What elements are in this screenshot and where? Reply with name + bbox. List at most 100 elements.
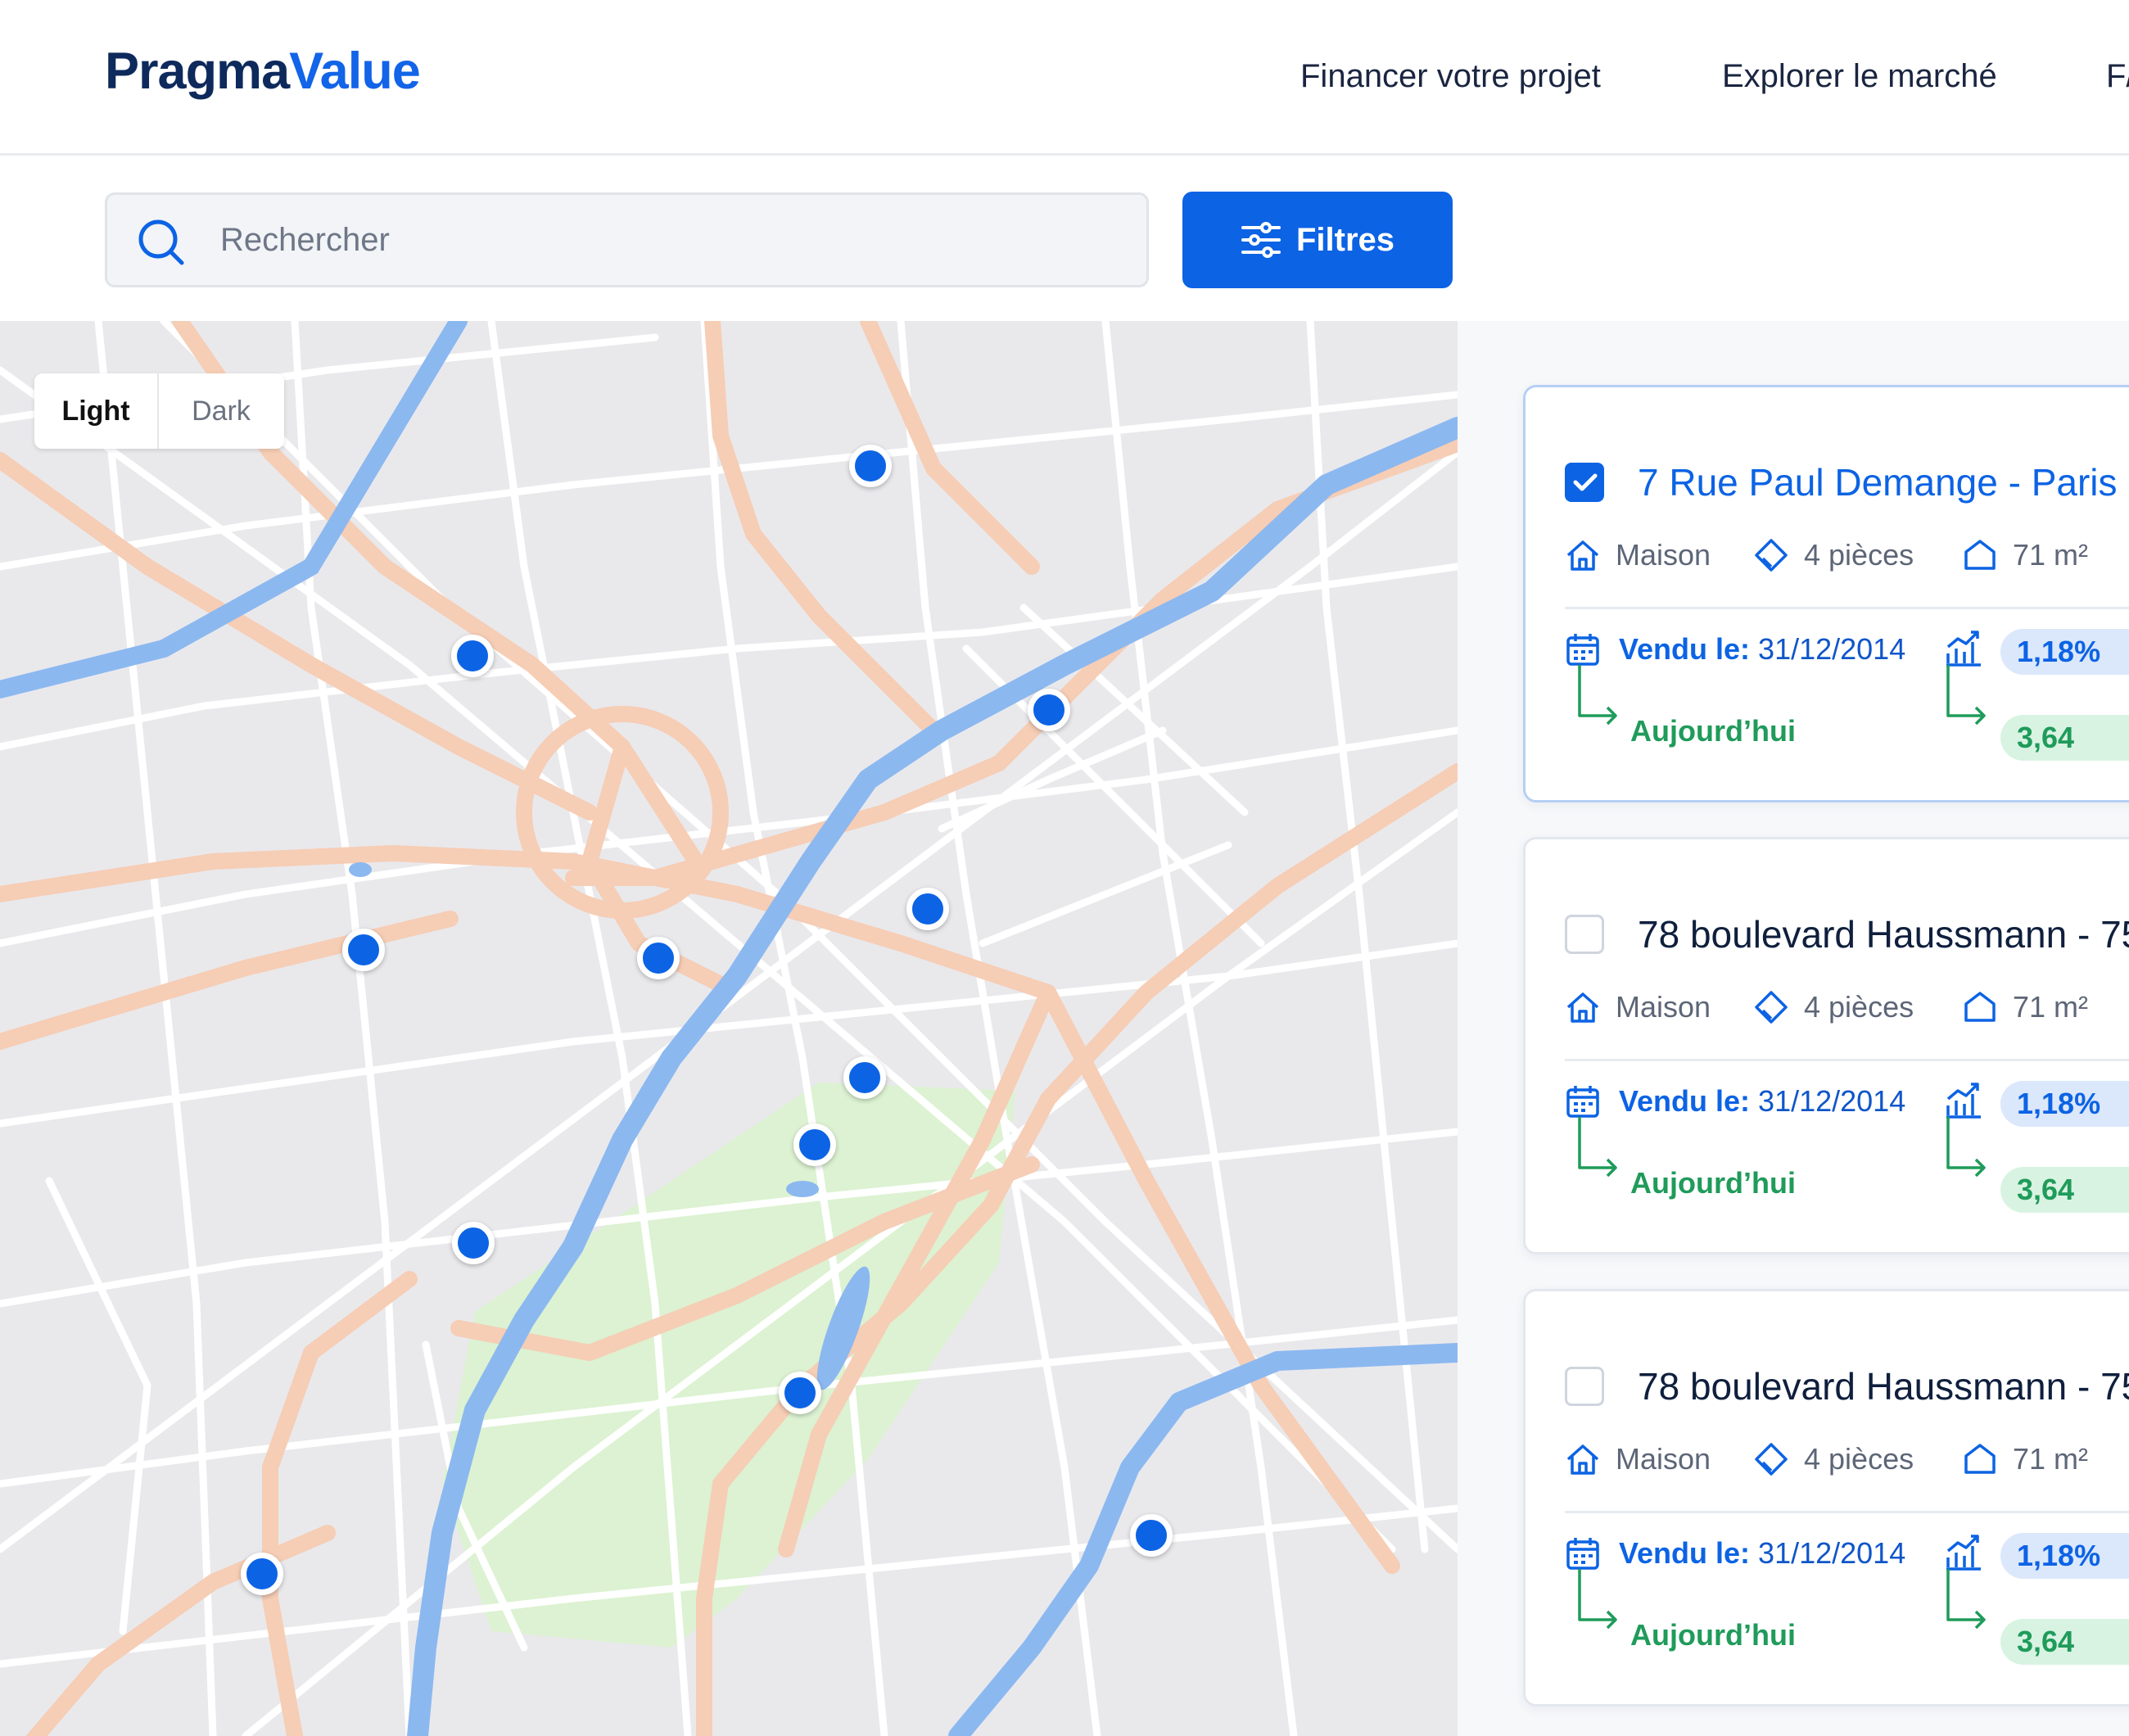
attr-type-label: Maison [1616, 1442, 1711, 1476]
map-pin[interactable] [843, 1056, 886, 1099]
today-value-badge: 3,64 [2000, 1619, 2129, 1665]
listing-card[interactable]: 78 boulevard Haussmann - 75 Maison 4 piè… [1523, 1289, 2129, 1707]
card-divider [1565, 1511, 2129, 1513]
map-canvas[interactable] [0, 321, 1458, 1736]
search-input[interactable] [220, 195, 1121, 285]
filters-label: Filtres [1295, 221, 1395, 258]
attr-rooms-label: 4 pièces [1804, 990, 1914, 1024]
sold-date: 31/12/2014 [1758, 632, 1906, 666]
attr-area: 71 m² [1962, 987, 2088, 1028]
attr-type-label: Maison [1616, 990, 1711, 1024]
attr-type-label: Maison [1616, 538, 1711, 572]
listing-address[interactable]: 78 boulevard Haussmann - 75 [1638, 1363, 2129, 1409]
map-pin[interactable] [1130, 1514, 1173, 1557]
listing-address[interactable]: 78 boulevard Haussmann - 75 [1638, 911, 2129, 957]
house-icon [1566, 540, 1599, 571]
attr-area-label: 71 m² [2013, 538, 2089, 572]
map-pin[interactable] [451, 635, 494, 677]
growth-badge: 1,18% [2000, 629, 2129, 675]
card-divider [1565, 1059, 2129, 1061]
today-value-badge: 3,64 [2000, 1167, 2129, 1213]
listing-checkbox[interactable] [1565, 1367, 1604, 1406]
rooms-icon [1755, 1443, 1788, 1476]
sold-row: Vendu le: 31/12/2014 [1565, 629, 1905, 670]
search-icon [138, 219, 184, 265]
listing-attributes: Maison 4 pièces 71 m² [1565, 987, 2129, 1028]
listing-checkbox[interactable] [1565, 463, 1604, 502]
theme-dark-option[interactable]: Dark [159, 373, 283, 449]
top-navbar: PragmaValue Financer votre projet Explor… [0, 0, 2129, 156]
sold-label: Vendu le: [1619, 1084, 1751, 1118]
arrow-down-right-icon [1578, 1117, 1617, 1178]
rooms-icon [1755, 991, 1788, 1024]
map-view[interactable]: Light Dark [0, 321, 1458, 1736]
house-icon [1566, 1444, 1599, 1475]
search-bar [105, 192, 1149, 287]
sold-date: 31/12/2014 [1758, 1084, 1906, 1118]
sold-row: Vendu le: 31/12/2014 [1565, 1533, 1905, 1574]
attr-type: Maison [1565, 1439, 1711, 1480]
sold-row: Vendu le: 31/12/2014 [1565, 1081, 1905, 1122]
sold-date: 31/12/2014 [1758, 1536, 1906, 1570]
attr-area: 71 m² [1962, 1439, 2088, 1480]
brand-logo[interactable]: PragmaValue [105, 43, 421, 100]
sold-label: Vendu le: [1619, 1536, 1751, 1570]
price-stats: 1,18% 3,64 [1919, 629, 2129, 793]
calendar-icon [1566, 1086, 1599, 1118]
today-label: Aujourd’hui [1630, 1618, 1796, 1652]
today-value-badge: 3,64 [2000, 715, 2129, 761]
theme-light-option[interactable]: Light [34, 373, 159, 449]
map-pin[interactable] [779, 1372, 821, 1414]
rooms-icon [1755, 539, 1788, 572]
checkmark-icon [1573, 473, 1598, 491]
growth-chart-icon [1946, 1535, 1981, 1571]
map-pin[interactable] [637, 937, 680, 979]
listing-checkbox[interactable] [1565, 915, 1604, 954]
listing-attributes: Maison 4 pièces 71 m² [1565, 1439, 2129, 1480]
price-stats: 1,18% 3,64 [1919, 1533, 2129, 1697]
attr-area-label: 71 m² [2013, 990, 2089, 1024]
nav-link-truncated[interactable]: F/ [2106, 56, 2129, 97]
map-pin[interactable] [241, 1553, 283, 1595]
house-icon [1566, 992, 1599, 1023]
map-pin[interactable] [342, 929, 385, 971]
attr-area-label: 71 m² [2013, 1442, 2089, 1476]
calendar-icon [1566, 1538, 1599, 1570]
today-label: Aujourd’hui [1630, 1166, 1796, 1200]
area-icon [1964, 540, 1996, 570]
map-pin[interactable] [793, 1123, 836, 1166]
arrow-down-right-icon [1578, 1569, 1617, 1630]
map-pin[interactable] [906, 888, 949, 930]
sliders-icon [1241, 222, 1281, 258]
nav-link-explorer[interactable]: Explorer le marché [1722, 56, 1997, 97]
map-pin[interactable] [1028, 689, 1070, 731]
filters-button[interactable]: Filtres [1182, 192, 1453, 288]
attr-rooms-label: 4 pièces [1804, 1442, 1914, 1476]
calendar-icon [1566, 634, 1599, 666]
growth-badge: 1,18% [2000, 1533, 2129, 1579]
attr-area: 71 m² [1962, 535, 2088, 576]
logo-text-pragma: Pragma [105, 43, 290, 100]
area-icon [1964, 1444, 1996, 1474]
area-icon [1964, 992, 1996, 1022]
listing-attributes: Maison 4 pièces 71 m² [1565, 535, 2129, 576]
price-stats: 1,18% 3,64 [1919, 1081, 2129, 1245]
listing-card[interactable]: 78 boulevard Haussmann - 75 Maison 4 piè… [1523, 837, 2129, 1255]
today-label: Aujourd’hui [1630, 714, 1796, 748]
card-divider [1565, 607, 2129, 609]
map-theme-toggle: Light Dark [34, 373, 284, 449]
arrow-down-right-icon [1946, 1117, 1986, 1178]
nav-link-financer[interactable]: Financer votre projet [1300, 56, 1601, 97]
attr-type: Maison [1565, 535, 1711, 576]
arrow-down-right-icon [1578, 665, 1617, 726]
map-pin[interactable] [452, 1222, 495, 1264]
attr-rooms-label: 4 pièces [1804, 538, 1914, 572]
growth-badge: 1,18% [2000, 1081, 2129, 1127]
arrow-down-right-icon [1946, 665, 1986, 726]
listing-address[interactable]: 7 Rue Paul Demange - Paris [1638, 459, 2118, 505]
map-pin[interactable] [849, 445, 892, 487]
sold-label: Vendu le: [1619, 632, 1751, 666]
results-list[interactable]: 7 Rue Paul Demange - Paris Maison 4 pièc… [1458, 321, 2129, 1736]
growth-chart-icon [1946, 1083, 1981, 1119]
listing-card[interactable]: 7 Rue Paul Demange - Paris Maison 4 pièc… [1523, 385, 2129, 802]
